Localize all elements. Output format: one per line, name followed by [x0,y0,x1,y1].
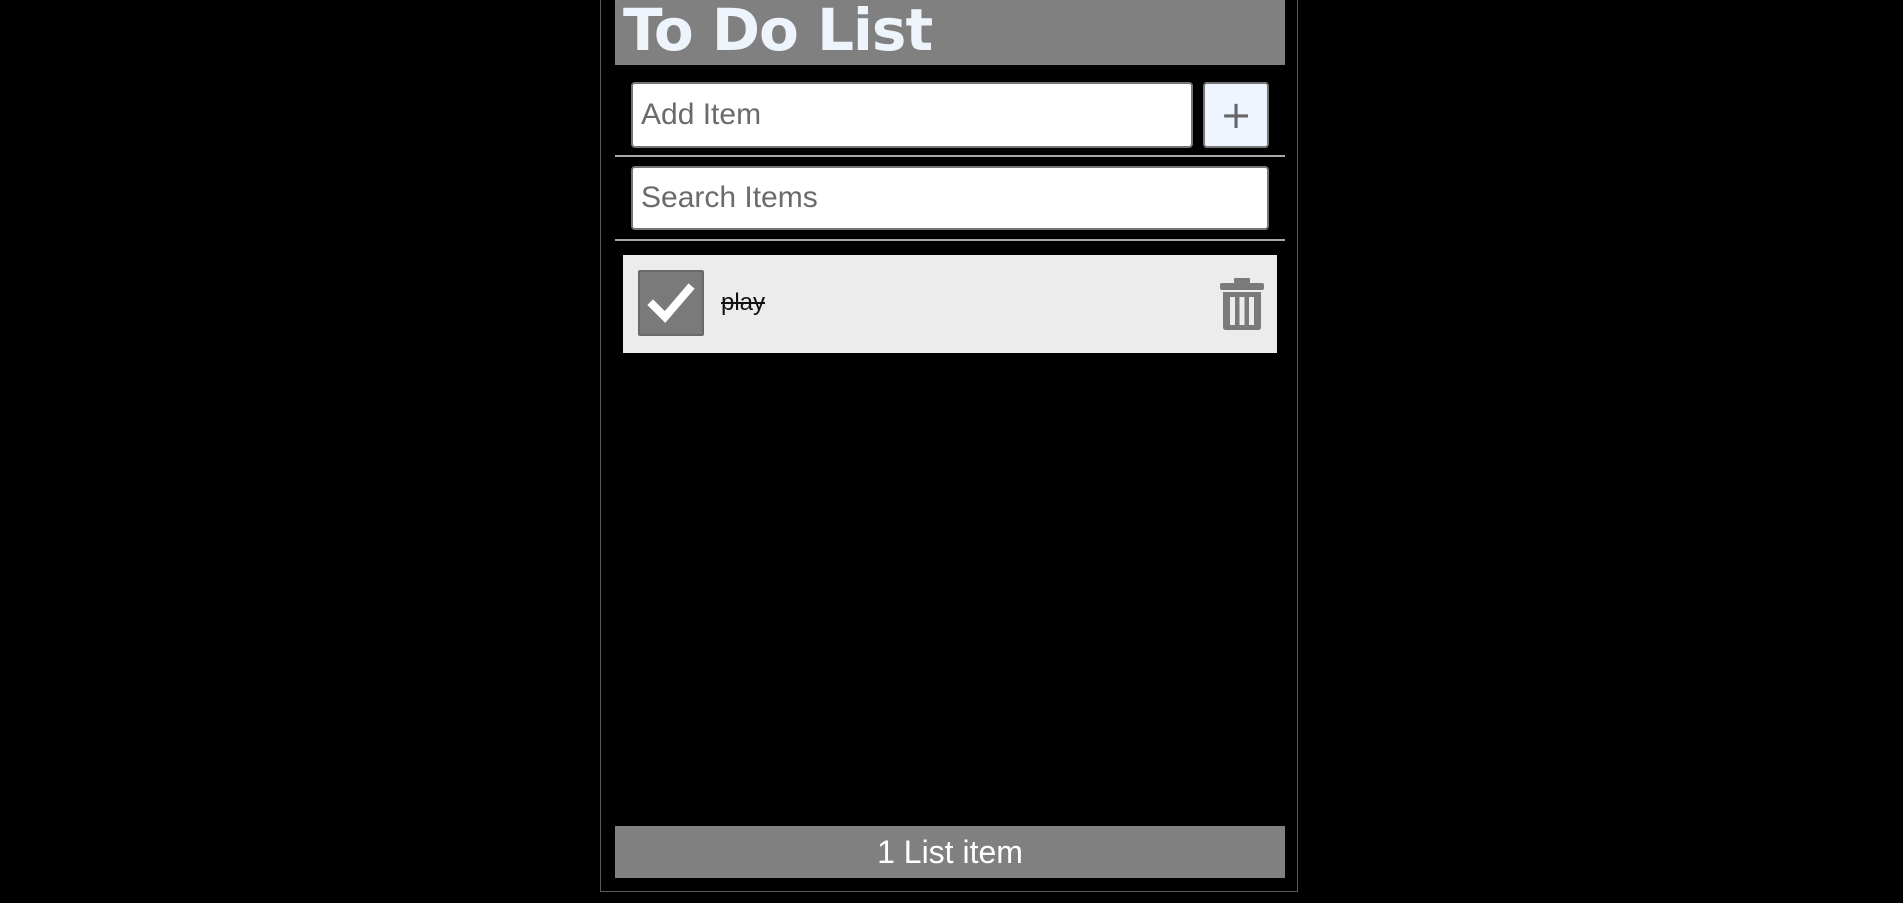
search-input[interactable] [631,166,1269,230]
add-item-form: + [615,65,1285,157]
delete-item-button[interactable] [1219,277,1265,331]
search-form [615,157,1285,241]
checkmark-icon [647,283,695,323]
todo-app: To Do List + play [600,0,1298,892]
list-item: play [623,255,1277,353]
trash-icon [1220,278,1264,330]
add-item-button[interactable]: + [1203,82,1269,148]
app-header: To Do List [615,0,1285,65]
page-title: To Do List [623,0,933,64]
item-label[interactable]: play [721,289,765,317]
todo-list: play [623,255,1277,353]
plus-icon: + [1220,93,1252,137]
item-count: 1 List item [877,834,1023,870]
add-item-input[interactable] [631,82,1193,148]
app-footer: 1 List item [615,826,1285,878]
item-checkbox[interactable] [638,270,704,336]
